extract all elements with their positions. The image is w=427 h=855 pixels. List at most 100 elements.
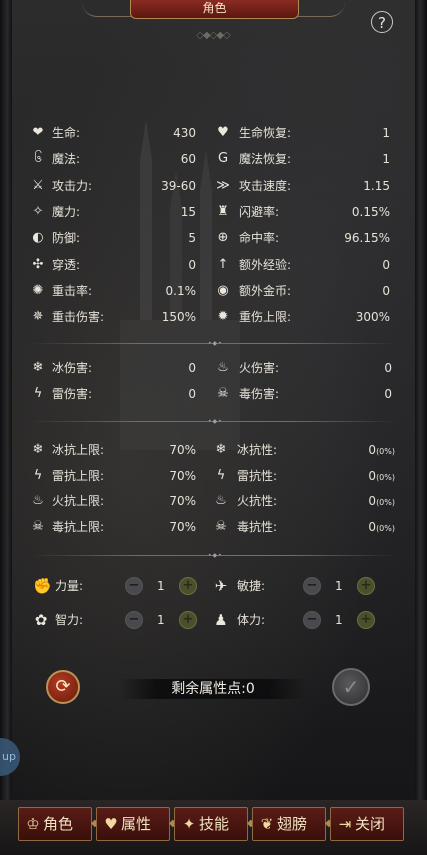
attribute-row: ✊ 力量: −1 +	[33, 576, 203, 596]
stat-row: ✹ 重伤上限: 300%	[215, 307, 390, 327]
mana-regen-icon: G	[217, 151, 229, 167]
tab-attributes[interactable]: ♥ 属性	[96, 807, 170, 841]
tab-wings[interactable]: ❦ 翅膀	[252, 807, 326, 841]
stat-row: ◐ 防御: 5	[30, 228, 196, 248]
stat-value: 0.1%	[166, 281, 197, 301]
stat-value: 0	[382, 255, 390, 275]
stat-value: 0	[188, 384, 196, 404]
tab-label: 角色	[43, 815, 74, 833]
stat-label: 额外金币:	[239, 283, 292, 298]
attack-speed-icon: ≫	[216, 177, 230, 193]
wings-tab-icon: ❦	[260, 815, 274, 833]
stat-value: 430	[173, 123, 196, 143]
stat-label: 魔力:	[52, 204, 81, 219]
stat-label: 冰伤害:	[52, 361, 93, 375]
stat-row: ၆ 魔法: 60	[30, 149, 196, 169]
increase-button[interactable]: +	[357, 611, 375, 629]
stat-value: 150%	[162, 307, 196, 327]
attribute-label: 智力:	[55, 613, 84, 627]
stat-row: ⚔ 攻击力: 39-60	[30, 176, 196, 196]
stat-label: 生命:	[52, 126, 81, 140]
increase-button[interactable]: +	[179, 577, 197, 595]
side-level-up-badge[interactable]: up	[0, 738, 20, 776]
help-icon[interactable]: ?	[371, 11, 393, 33]
ice-resist-icon: ❄	[215, 442, 227, 457]
poison-cap-icon: ☠	[32, 519, 44, 535]
panel-border-left	[0, 0, 12, 800]
stat-value: 70%	[169, 517, 196, 537]
stat-label: 雷抗性:	[237, 468, 278, 483]
stat-row: ϟ 雷伤害: 0	[30, 384, 196, 404]
decrease-button[interactable]: −	[125, 611, 143, 629]
stat-label: 毒伤害:	[239, 387, 280, 401]
stat-value: 70%	[169, 440, 196, 460]
stat-value-text: 0	[382, 283, 390, 298]
stat-label: 穿透:	[52, 257, 81, 272]
stat-value: 1.15	[363, 176, 390, 196]
bonus-exp-icon: ↑	[217, 256, 229, 272]
ice-cap-icon: ❄	[32, 442, 44, 457]
increase-button[interactable]: +	[357, 577, 375, 595]
character-panel: 角色 ◇◆◇◆◇ ? ❤ 生命: 430 ♥ 生命恢复: 1 ၆ 魔法: 60 G 魔法恢复: 1 ⚔ 攻…	[0, 0, 427, 855]
poison-resist-icon: ☠	[215, 519, 227, 535]
stat-label: 魔法:	[52, 152, 81, 167]
stat-label: 火抗上限:	[52, 494, 105, 509]
stat-value: 0	[384, 358, 392, 378]
stat-value: 0(0%)	[368, 491, 395, 513]
pierce-icon: ✣	[32, 256, 44, 272]
stat-value: 60	[181, 149, 196, 169]
reset-points-button[interactable]: ⟳	[46, 670, 80, 704]
stat-row: ϟ 雷抗性: 0(0%)	[213, 466, 395, 486]
stat-value-text: 15	[180, 204, 196, 219]
stat-value: 0	[188, 255, 196, 275]
decrease-button[interactable]: −	[125, 577, 143, 595]
ice-icon: ❄	[32, 360, 44, 375]
attribute-label: 敏捷:	[237, 579, 266, 593]
stat-value-text: 5	[188, 231, 196, 246]
stat-value-text: 70%	[169, 468, 196, 483]
tab-close[interactable]: ⇥ 关闭	[330, 807, 404, 841]
crit-damage-icon: ✵	[32, 309, 44, 325]
tab-label: 关闭	[355, 815, 386, 833]
lightning-cap-icon: ϟ	[33, 467, 43, 483]
skills-tab-icon: ✦	[182, 815, 196, 833]
crit-cap-icon: ✹	[217, 309, 229, 325]
tab-character[interactable]: ♔ 角色	[18, 807, 92, 841]
stat-value: 0(0%)	[368, 440, 395, 462]
stat-row: ✣ 穿透: 0	[30, 255, 196, 275]
increase-button[interactable]: +	[179, 611, 197, 629]
stat-value-text: 0	[188, 361, 196, 375]
stat-row: ♨ 火抗上限: 70%	[30, 491, 196, 511]
stat-label: 重击伤害:	[52, 310, 105, 325]
stat-value: 70%	[169, 491, 196, 511]
intellect-icon: ✿	[34, 611, 48, 629]
tab-label: 技能	[199, 815, 230, 833]
stat-value-text: 430	[173, 126, 196, 140]
attribute-row: ♟ 体力: −1 +	[213, 610, 383, 630]
stat-row: ☠ 毒抗上限: 70%	[30, 517, 196, 537]
confirm-button[interactable]: ✓	[332, 668, 370, 706]
stat-value: 0	[188, 358, 196, 378]
fire-cap-icon: ♨	[32, 493, 44, 509]
decrease-button[interactable]: −	[303, 611, 321, 629]
section-divider: •◆•	[30, 419, 397, 425]
stat-percent: (0%)	[376, 447, 395, 456]
stat-label: 毒抗性:	[237, 520, 278, 535]
stat-value-text: 0	[368, 468, 377, 483]
tab-skills[interactable]: ✦ 技能	[174, 807, 248, 841]
title-divider-ornament: ◇◆◇◆◇	[196, 30, 230, 41]
stat-value: 15	[181, 202, 196, 222]
stat-value-text: 96.15%	[344, 231, 390, 246]
stat-value: 0	[384, 384, 392, 404]
stat-value-text: 300%	[355, 310, 390, 325]
stat-row: ↑ 额外经验: 0	[215, 255, 390, 275]
stat-percent: (0%)	[376, 524, 395, 534]
decrease-button[interactable]: −	[303, 577, 321, 595]
stat-value: 300%	[356, 307, 390, 327]
attributes-tab-icon: ♥	[104, 815, 118, 833]
stat-value-text: 0.15%	[351, 204, 390, 219]
stat-value-text: 0.1%	[165, 283, 197, 298]
heart-icon: ❤	[32, 125, 44, 140]
attribute-row: ✿ 智力: −1 +	[33, 610, 203, 630]
stat-row: ❄ 冰抗性: 0(0%)	[213, 440, 395, 460]
